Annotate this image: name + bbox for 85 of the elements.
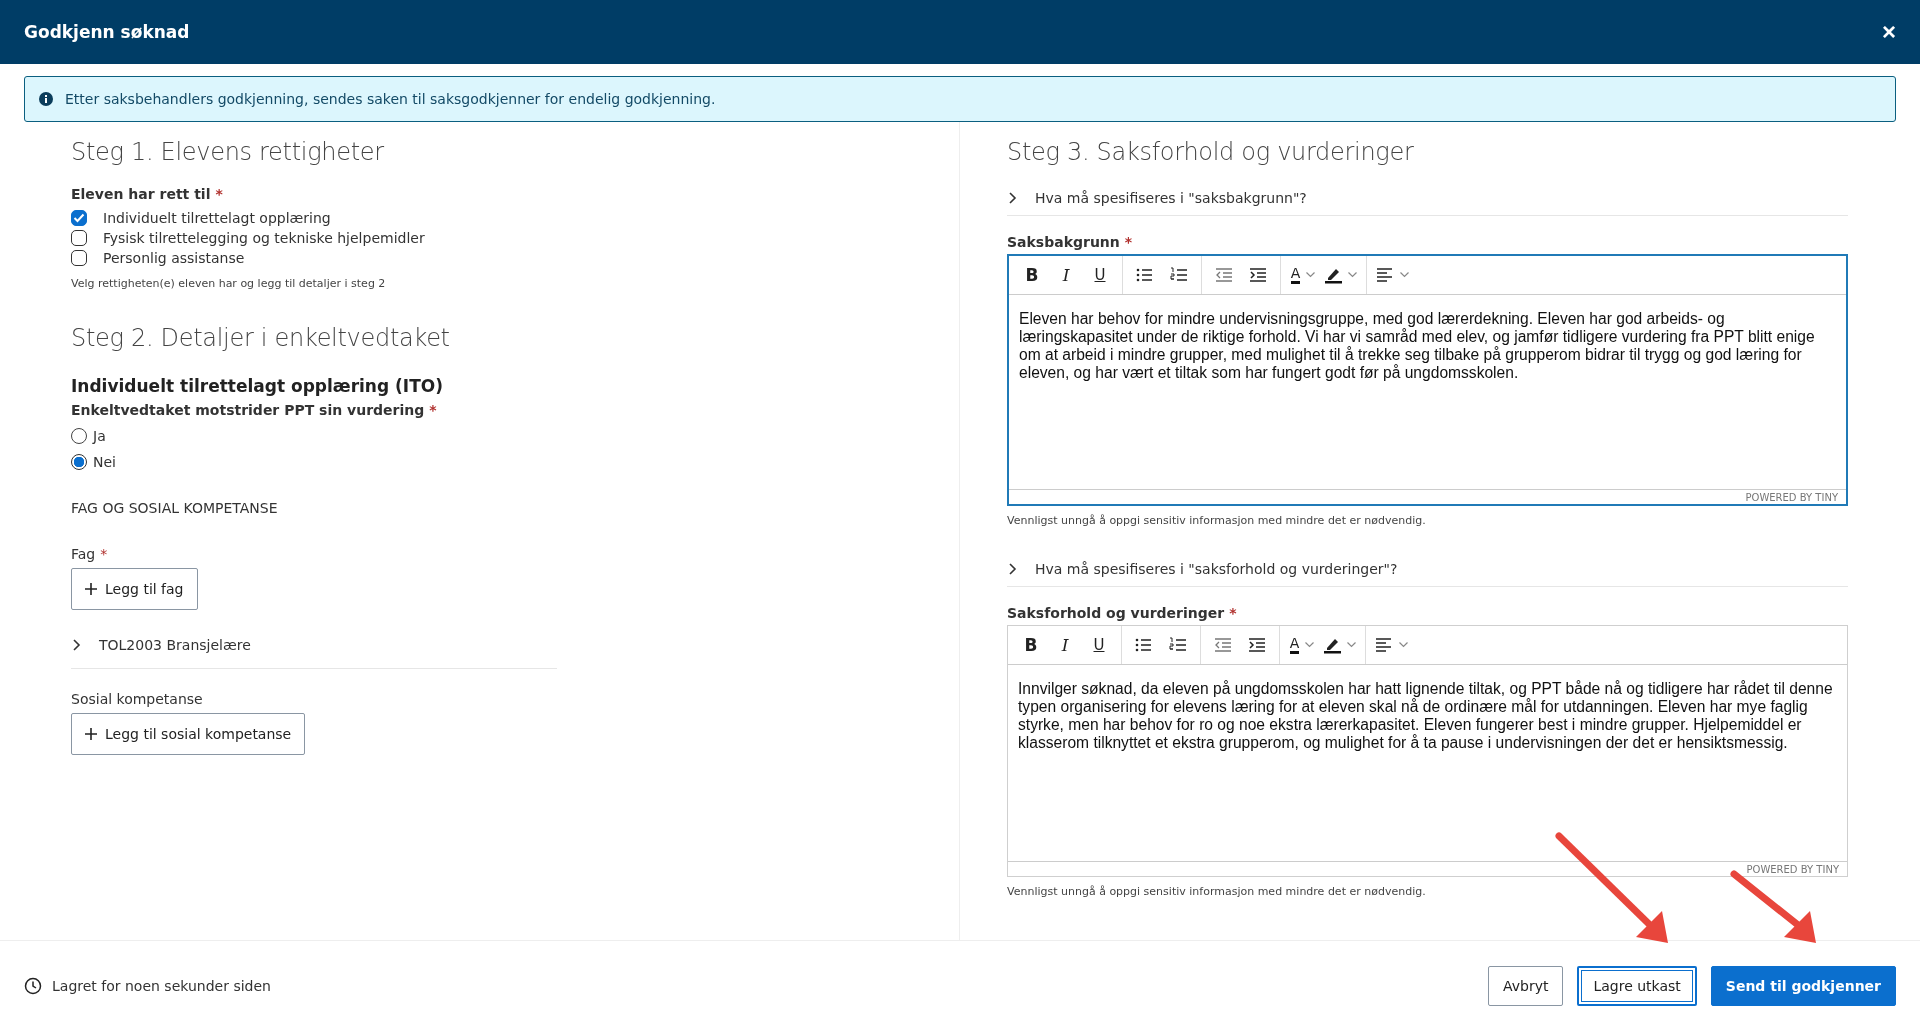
field-label: Saksforhold og vurderinger <box>1007 605 1225 621</box>
field-label: Sosial kompetanse <box>71 691 203 707</box>
section-title: FAG OG SOSIAL KOMPETANSE <box>71 500 279 516</box>
branding-text: POWERED BY TINY <box>1745 491 1838 503</box>
add-button[interactable]: Legg til fag <box>71 568 198 610</box>
numbered-list-icon <box>1169 636 1187 654</box>
option-label: Individuelt tilrettelagt opplæring <box>103 210 331 226</box>
align-left-icon <box>1375 636 1393 654</box>
align-left-icon <box>1376 266 1394 284</box>
required-mark: * <box>215 186 223 202</box>
section-heading: Steg 1. Elevens rettigheter <box>71 138 385 166</box>
bold-button[interactable]: B <box>1015 260 1049 290</box>
caret-icon <box>1348 272 1357 278</box>
info-icon <box>39 92 53 106</box>
indent-icon <box>1249 266 1267 284</box>
bullet-list-icon <box>1135 636 1153 654</box>
plus-icon <box>85 583 97 595</box>
secondary-button[interactable]: Avbryt <box>1487 966 1564 1006</box>
required-mark: * <box>1229 605 1237 621</box>
option-label: Fysisk tilrettelegging og tekniske hjelpemidler <box>103 230 425 246</box>
caret-icon <box>1400 272 1409 278</box>
accordion-label: Hva må spesifiseres i "saksforhold og vurderinger"? <box>1035 560 1398 577</box>
radio-button[interactable] <box>71 454 87 470</box>
add-button[interactable]: Legg til sosial kompetanse <box>71 713 306 755</box>
info-text: Etter saksbehandlers godkjenning, sendes saken til saksgodkjenner for endelig godkjenning. <box>65 91 716 107</box>
checkbox[interactable] <box>71 210 87 226</box>
accordion-label: TOL2003 Bransjelære <box>99 637 251 653</box>
checkbox[interactable] <box>71 250 87 266</box>
field-label: Enkeltvedtaket motstrider PPT sin vurdering <box>71 402 425 418</box>
hint-text: Velg rettigheten(e) eleven har og legg til detaljer i steg 2 <box>71 277 387 290</box>
chevron-right-icon <box>71 638 81 652</box>
field-label: Eleven har rett til <box>71 186 211 202</box>
send-button[interactable]: Send til godkjenner <box>1710 966 1896 1006</box>
highlighter-icon <box>1323 636 1341 654</box>
required-mark: * <box>1124 234 1133 250</box>
accordion-item[interactable]: TOL2003 Bransjelære <box>71 622 557 669</box>
secondary-button[interactable]: Lagre utkast <box>1577 966 1697 1006</box>
outdent-icon <box>1214 636 1232 654</box>
checkmark-icon <box>73 213 85 223</box>
outdent-icon <box>1215 266 1233 284</box>
chevron-right-icon <box>1007 561 1017 576</box>
bullet-list-icon <box>1136 266 1154 284</box>
highlighter-icon <box>1324 266 1342 284</box>
italic-button[interactable]: I <box>1049 260 1083 290</box>
hint-text: Vennligst unngå å oppgi sensitiv informasjon med mindre det er nødvendig. <box>1007 514 1427 527</box>
caret-icon <box>1306 272 1316 278</box>
close-button[interactable]: × <box>1882 20 1896 44</box>
section-heading: Steg 3. Saksforhold og vurderinger <box>1007 138 1415 166</box>
editor-text[interactable]: Innvilger søknad, da eleven på ungdomsskolen har hatt lignende tiltak, og PPT både nå og tidligere har rådet til denne typen organisering for elevens læring for at eleven skal nå de ordinære mål for utdanningen. Eleven har mye faglig styrke, men har behov for ro og noe ekstra lærerkapasitet. Eleven fungerer best i mindre grupper. Hjelpemiddel er klasserom tilknyttet et ekstra grupperom, og mulighet for å ta pause i undervisningen der det er hensiktsmessig. <box>1008 665 1847 861</box>
checkbox-option[interactable]: Individuelt tilrettelagt opplæring <box>71 208 939 228</box>
accordion-item[interactable]: Hva må spesifiseres i "saksforhold og vurderinger"? <box>1007 551 1848 587</box>
field-label: Saksbakgrunn <box>1007 234 1120 250</box>
field-label: Fag <box>71 546 96 562</box>
save-status-text: Lagret for noen sekunder siden <box>52 978 271 994</box>
numbered-list-icon <box>1170 266 1188 284</box>
rich-text-editor[interactable] <box>1007 254 1848 506</box>
text-color-button[interactable]: A <box>1286 260 1320 290</box>
bold-button[interactable]: B <box>1014 630 1048 660</box>
required-mark: * <box>100 546 108 562</box>
section-heading: Steg 2. Detaljer i enkeltvedtaket <box>71 324 451 352</box>
plus-icon <box>85 728 97 740</box>
caret-icon <box>1305 642 1315 648</box>
hint-text: Vennligst unngå å oppgi sensitiv informasjon med mindre det er nødvendig. <box>1007 885 1427 898</box>
checkbox-option[interactable]: Personlig assistanse <box>71 248 939 268</box>
caret-icon <box>1347 642 1356 648</box>
italic-button[interactable]: I <box>1048 630 1082 660</box>
checkbox[interactable] <box>71 230 87 246</box>
underline-button[interactable]: U <box>1083 260 1117 290</box>
option-label: Personlig assistanse <box>103 250 245 266</box>
accordion-item[interactable]: Hva må spesifiseres i "saksbakgrunn"? <box>1007 180 1848 216</box>
subheading: Individuelt tilrettelagt opplæring (ITO) <box>71 376 444 396</box>
checkbox-option[interactable]: Fysisk tilrettelegging og tekniske hjelpemidler <box>71 228 939 248</box>
window-title: Godkjenn søknad <box>24 22 190 42</box>
chevron-right-icon <box>1007 190 1017 205</box>
editor-text[interactable]: Eleven har behov for mindre undervisningsgruppe, med god lærerdekning. Eleven har god arbeids- og læringskapasitet under de riktige forhold. Vi har vi samråd med elev, og jamfør tidligere vurdering fra PPT blitt enige om at arbeid i mindre grupper, med mulighet til å trekke seg tilbake på grupperom bidrar til trygg og god læring for eleven, og har vært et tiltak som har fungert godt før på ungdomsskolen. <box>1009 295 1846 489</box>
underline-button[interactable]: U <box>1082 630 1116 660</box>
required-mark: * <box>429 402 437 418</box>
radio-label: Nei <box>93 454 116 470</box>
text-color-button[interactable]: A <box>1285 630 1319 660</box>
branding-text: POWERED BY TINY <box>1746 863 1839 875</box>
accordion-label: Hva må spesifiseres i "saksbakgrunn"? <box>1035 189 1307 206</box>
radio-label: Ja <box>93 428 106 444</box>
clock-icon <box>24 977 42 995</box>
caret-icon <box>1399 642 1408 648</box>
indent-icon <box>1248 636 1266 654</box>
